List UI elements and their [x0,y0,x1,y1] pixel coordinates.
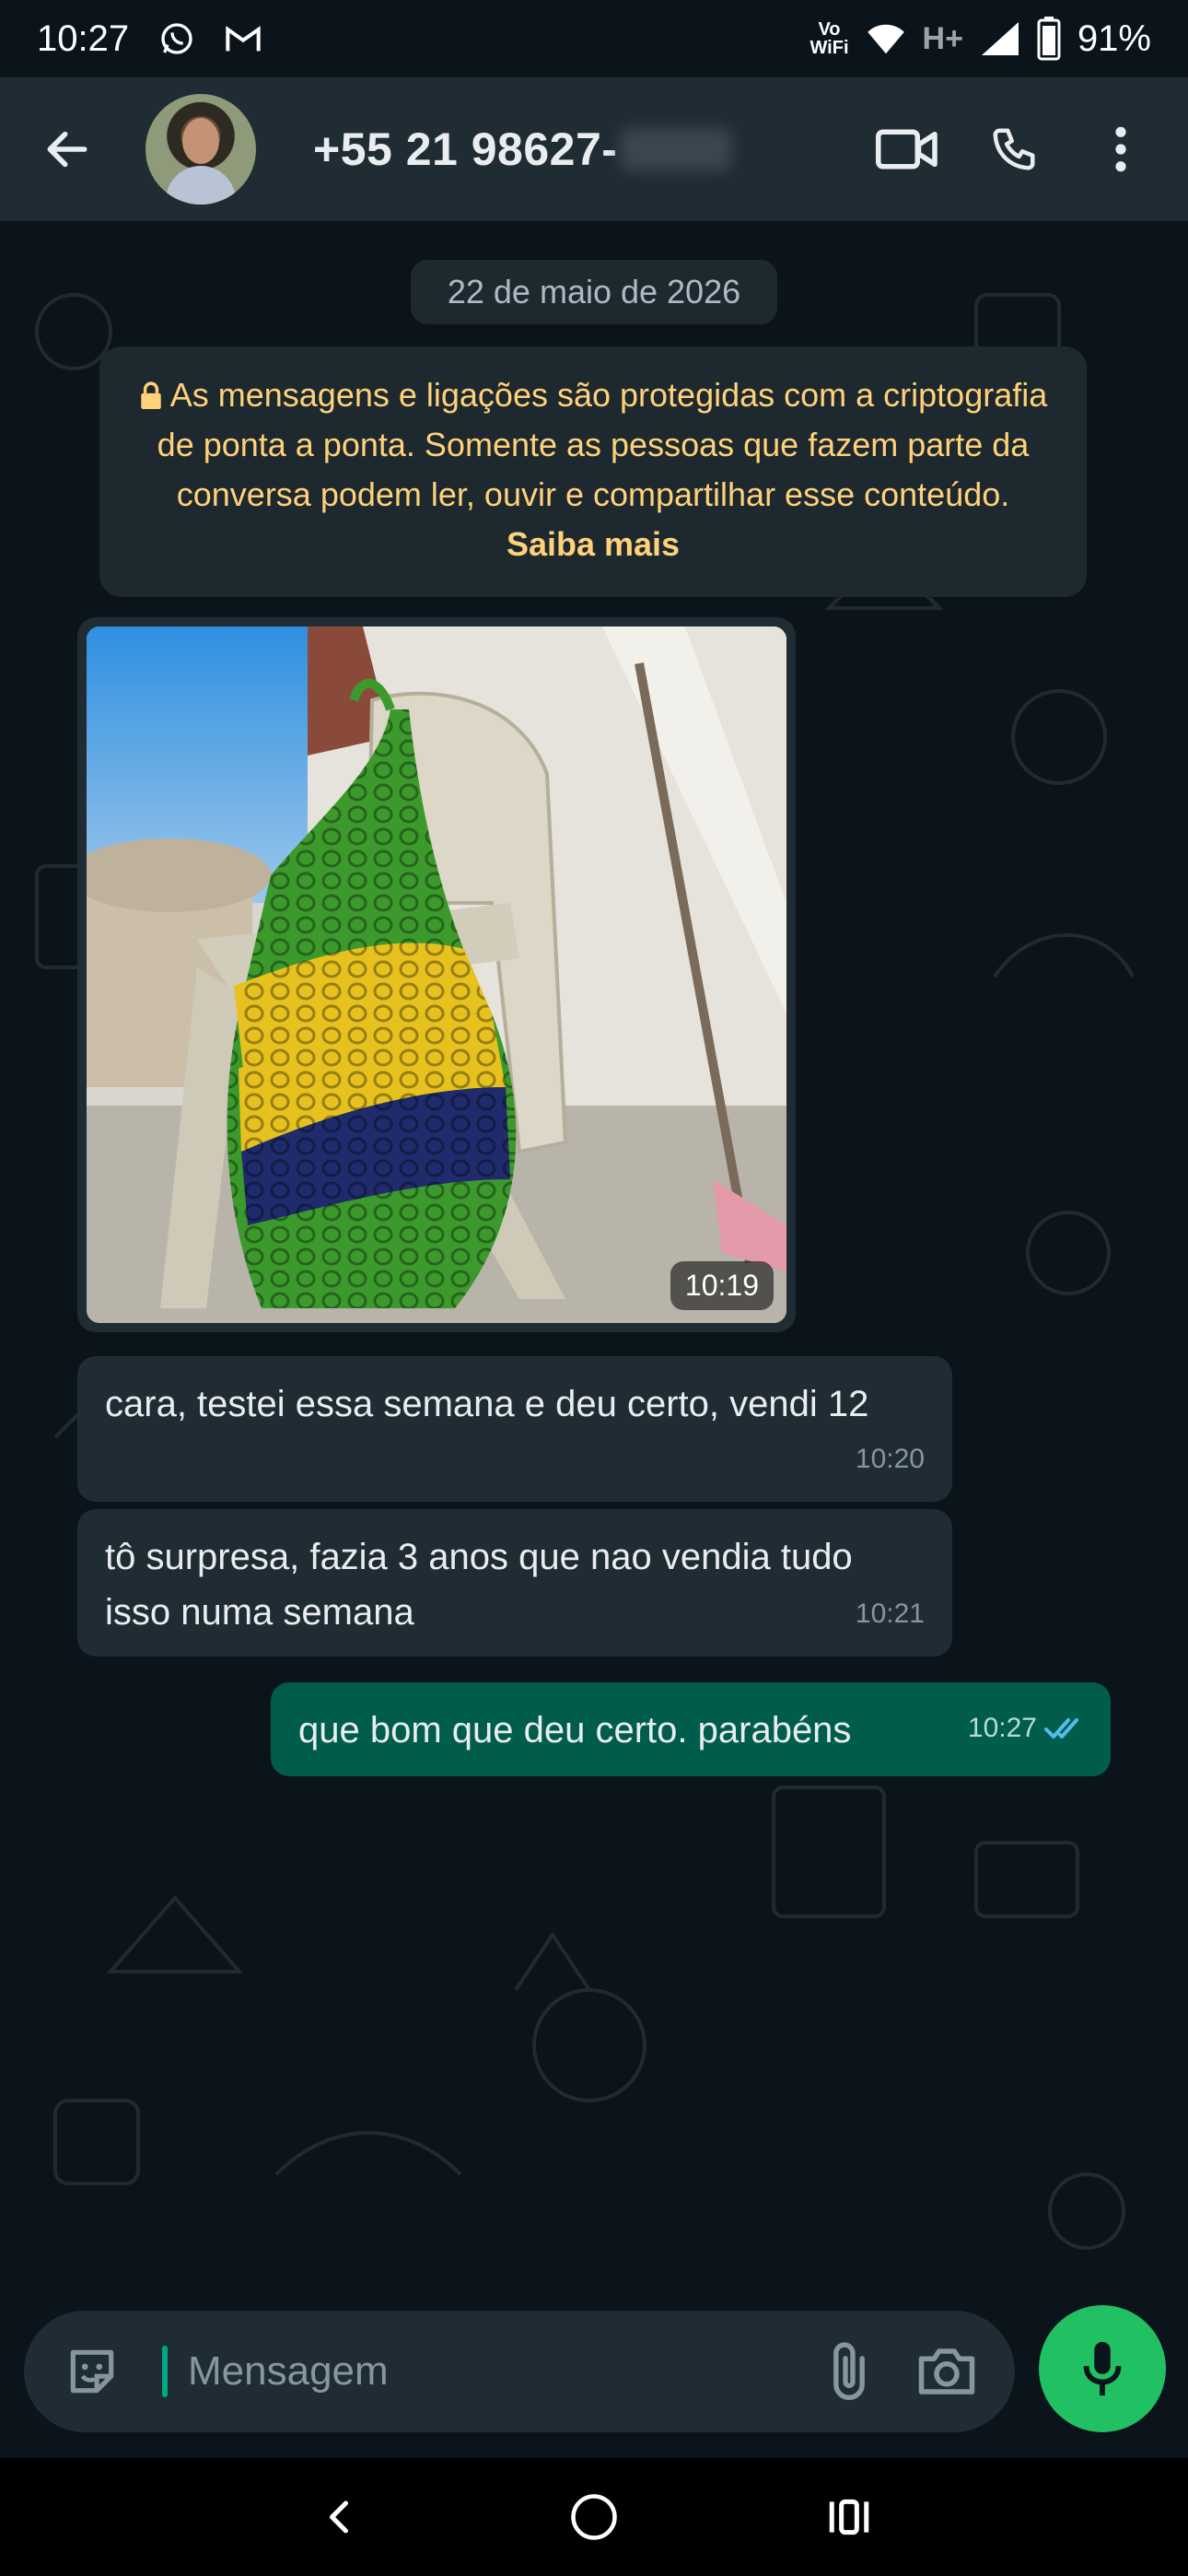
sticker-icon [70,2349,114,2394]
photo-timestamp: 10:19 [670,1261,774,1310]
battery-level: 91% [1077,18,1151,59]
message-input[interactable] [188,2348,812,2395]
contact-number: +55 21 98627- [313,123,618,175]
home-circle-icon [571,2494,617,2540]
microphone-icon [1083,2341,1122,2396]
message-incoming[interactable]: tô surpresa, fazia 3 anos que nao vendia… [77,1509,952,1657]
paperclip-icon [833,2342,865,2400]
gmail-icon [225,22,262,55]
lock-icon [141,381,161,409]
chat-header: +55 21 98627- [0,77,1188,221]
message-outgoing[interactable]: que bom que deu certo. parabéns 10:27 [271,1682,1111,1776]
status-time: 10:27 [37,18,130,59]
video-call-icon [876,129,938,170]
nav-home-button[interactable] [548,2471,640,2563]
crochet-bag-photo[interactable]: 10:19 [87,626,786,1323]
camera-icon [918,2348,975,2395]
arrow-left-icon [47,131,87,168]
photo-message[interactable]: 10:19 [77,617,796,1332]
recents-icon [829,2499,868,2535]
wifi-icon [866,22,906,55]
more-options-icon [1115,126,1126,172]
message-composer [24,2311,1015,2432]
message-text: tô surpresa, fazia 3 anos que nao vendia… [105,1537,853,1633]
contact-avatar[interactable] [146,94,256,205]
voice-call-button[interactable] [973,108,1055,191]
message-timestamp: 10:21 [855,1598,925,1629]
whatsapp-icon [158,20,195,57]
contact-title[interactable]: +55 21 98627- [313,123,732,176]
more-options-button[interactable] [1079,108,1162,191]
back-button[interactable] [26,108,109,191]
chat-area[interactable]: 22 de maio de 2026 As mensagens e ligaçõ… [0,221,1188,2309]
message-incoming[interactable]: cara, testei essa semana e deu certo, ve… [77,1356,952,1502]
message-timestamp: 10:27 [967,1713,1037,1743]
message-text: cara, testei essa semana e deu certo, ve… [105,1384,869,1424]
emoji-sticker-button[interactable] [55,2335,129,2408]
date-chip: 22 de maio de 2026 [411,260,777,324]
redacted-digits [621,128,732,170]
encryption-text: As mensagens e ligações são protegidas c… [157,376,1048,513]
double-check-read-icon [1044,1718,1078,1739]
voice-message-button[interactable] [1039,2305,1166,2432]
learn-more-link[interactable]: Saiba mais [507,525,680,563]
network-type: H+ [922,20,963,56]
chevron-left-icon [330,2500,349,2534]
signal-icon [980,20,1020,57]
system-navigation-bar [0,2458,1188,2576]
attach-button[interactable] [812,2335,886,2408]
message-text: que bom que deu certo. parabéns [298,1710,852,1751]
nav-back-button[interactable] [293,2471,385,2563]
video-call-button[interactable] [866,108,949,191]
voice-call-icon [993,128,1035,170]
battery-icon [1037,17,1061,61]
vowifi-icon: Vo WiFi [809,19,849,58]
text-cursor [162,2346,168,2397]
photo-image [87,626,786,1323]
nav-recents-button[interactable] [803,2471,895,2563]
camera-button[interactable] [910,2335,984,2408]
message-timestamp: 10:20 [855,1444,925,1474]
encryption-notice[interactable]: As mensagens e ligações são protegidas c… [99,346,1087,597]
status-bar: 10:27 Vo WiFi H+ 91% [0,0,1188,77]
